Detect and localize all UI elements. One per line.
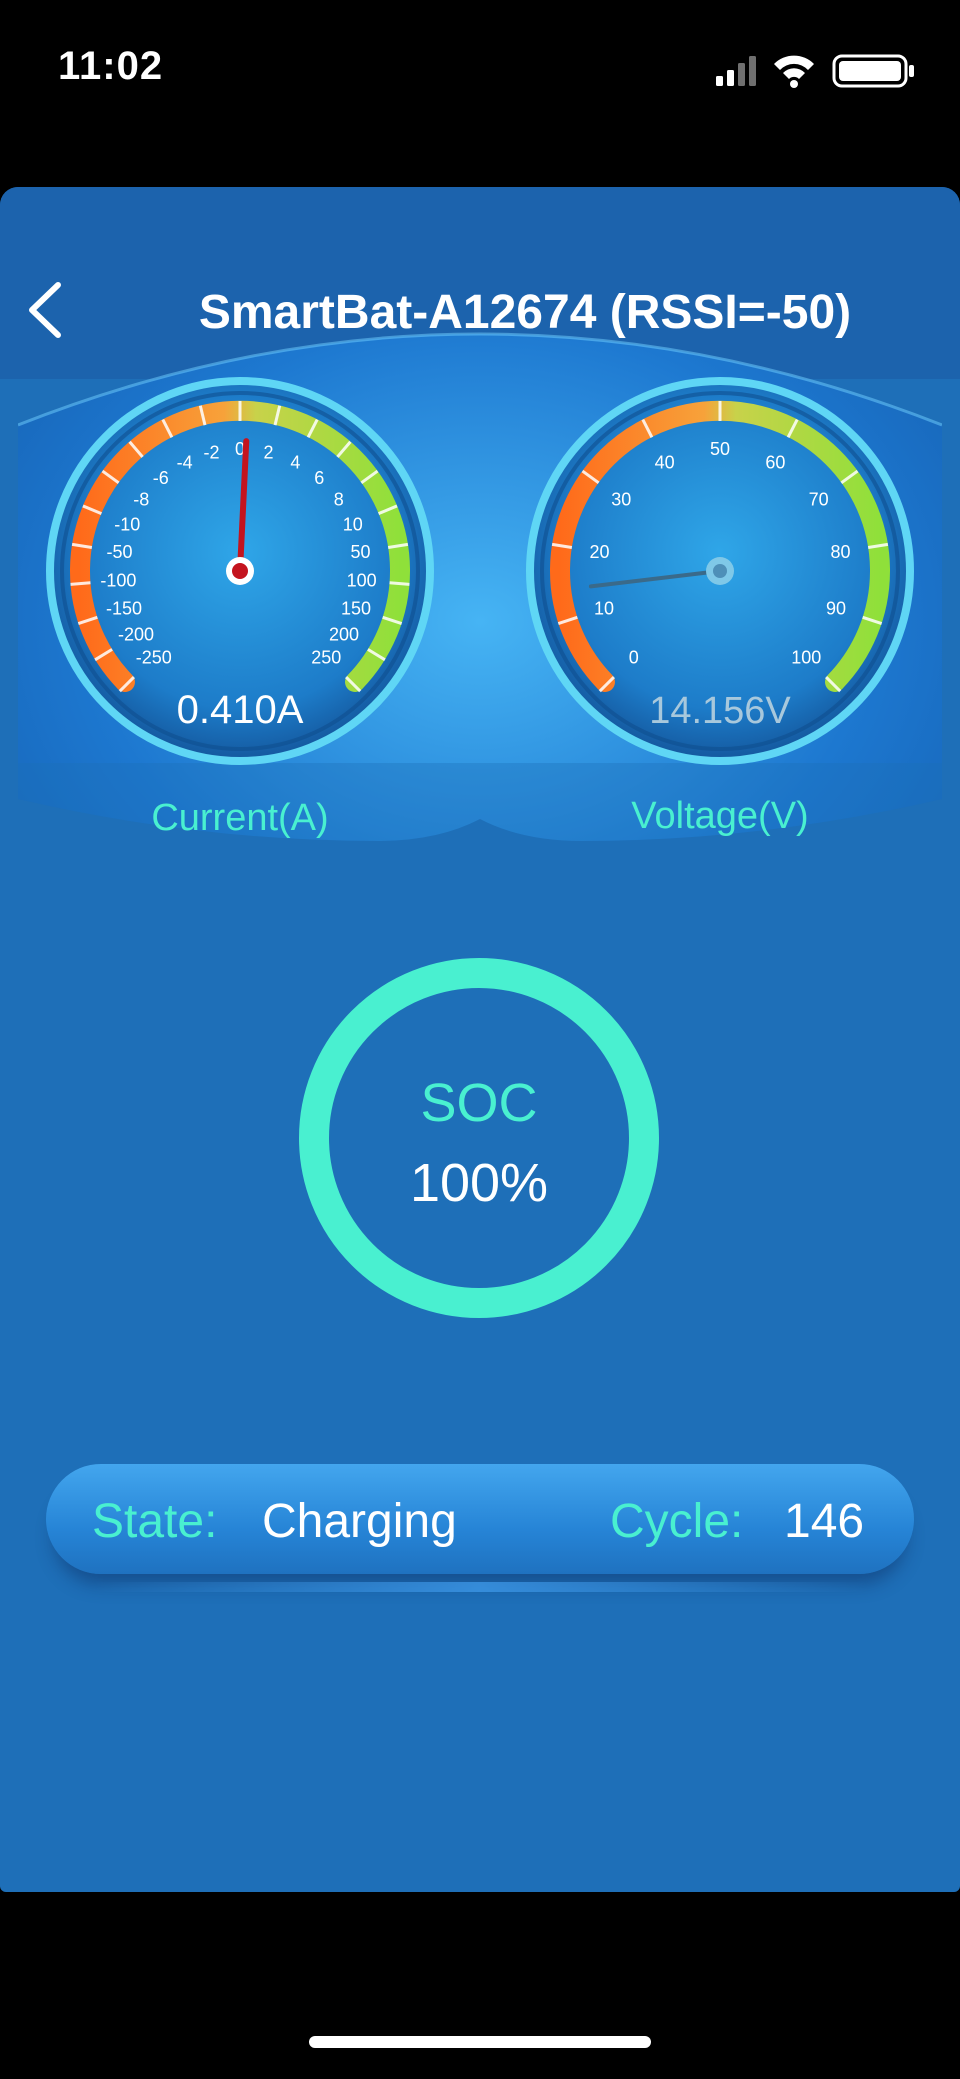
current-gauge-tick-label: 6 bbox=[314, 468, 324, 488]
current-gauge-tick-label: 250 bbox=[311, 647, 341, 667]
voltage-gauge-tick-label: 40 bbox=[655, 452, 675, 472]
current-gauge-tick-label: 2 bbox=[263, 442, 273, 462]
voltage-gauge-tick-label: 60 bbox=[765, 452, 785, 472]
current-gauge-tick-label: -2 bbox=[204, 442, 220, 462]
voltage-gauge-tick-label: 0 bbox=[629, 647, 639, 667]
current-reading: 0.410A bbox=[177, 688, 304, 732]
voltage-gauge-tick-label: 100 bbox=[791, 647, 821, 667]
current-gauge-tick-label: -100 bbox=[100, 571, 136, 591]
voltage-gauge-tick-label: 70 bbox=[809, 489, 829, 509]
soc-title: SOC bbox=[420, 1073, 538, 1133]
voltage-gauge-tick-label: 10 bbox=[594, 599, 614, 619]
state-label: State: bbox=[92, 1495, 218, 1548]
wifi-icon bbox=[774, 55, 814, 88]
current-label: Current(A) bbox=[151, 797, 328, 839]
current-gauge-tick-label: 8 bbox=[334, 489, 344, 509]
current-gauge-tick-label: -250 bbox=[136, 647, 172, 667]
gauges-panel: -250 -200 -150 -100 -50 -10 -8 -6 -4 -2 0 2 4 6 8 10 50 1… bbox=[18, 293, 942, 883]
current-gauge-tick bbox=[389, 581, 410, 586]
voltage-gauge-tick-label: 20 bbox=[589, 542, 609, 562]
current-gauge-tick-label: 50 bbox=[350, 542, 370, 562]
status-bar: 11:02 bbox=[0, 0, 960, 140]
status-icons bbox=[716, 54, 914, 88]
voltage-label: Voltage(V) bbox=[631, 795, 808, 837]
current-gauge-tick-label: 150 bbox=[341, 599, 371, 619]
signal-icon bbox=[716, 56, 756, 86]
cycle-label: Cycle: bbox=[610, 1495, 744, 1548]
cycle-value: 146 bbox=[784, 1495, 865, 1548]
voltage-gauge-tick-label: 80 bbox=[830, 542, 850, 562]
current-gauge-tick-label: 10 bbox=[343, 514, 363, 534]
info-bar-shadow bbox=[92, 1582, 868, 1592]
current-gauge-tick-label: -200 bbox=[118, 625, 154, 645]
voltage-gauge-tick-label: 30 bbox=[611, 489, 631, 509]
current-gauge-tick-label: 200 bbox=[329, 625, 359, 645]
current-gauge-tick-label: -150 bbox=[106, 599, 142, 619]
voltage-gauge-tick-label: 50 bbox=[710, 439, 730, 459]
current-gauge-tick-label: 4 bbox=[290, 452, 300, 472]
current-gauge-tick bbox=[70, 581, 91, 586]
voltage-gauge-tick-label: 90 bbox=[826, 599, 846, 619]
current-gauge-tick-label: 100 bbox=[347, 571, 377, 591]
voltage-reading: 14.156V bbox=[649, 690, 791, 732]
current-gauge-tick-label: -8 bbox=[133, 489, 149, 509]
current-gauge-tick-label: -4 bbox=[177, 452, 193, 472]
state-value: Charging bbox=[262, 1495, 457, 1548]
battery-icon bbox=[832, 54, 914, 88]
current-gauge-tick-label: -6 bbox=[153, 468, 169, 488]
current-gauge-tick-label: -10 bbox=[114, 514, 140, 534]
soc-value: 100% bbox=[409, 1153, 549, 1213]
current-gauge-tick-label: -50 bbox=[106, 542, 132, 562]
home-indicator[interactable] bbox=[309, 2036, 651, 2048]
status-info-bar: State: Charging Cycle: 146 bbox=[46, 1464, 914, 1574]
soc-ring bbox=[299, 958, 659, 1318]
status-time: 11:02 bbox=[58, 44, 164, 88]
